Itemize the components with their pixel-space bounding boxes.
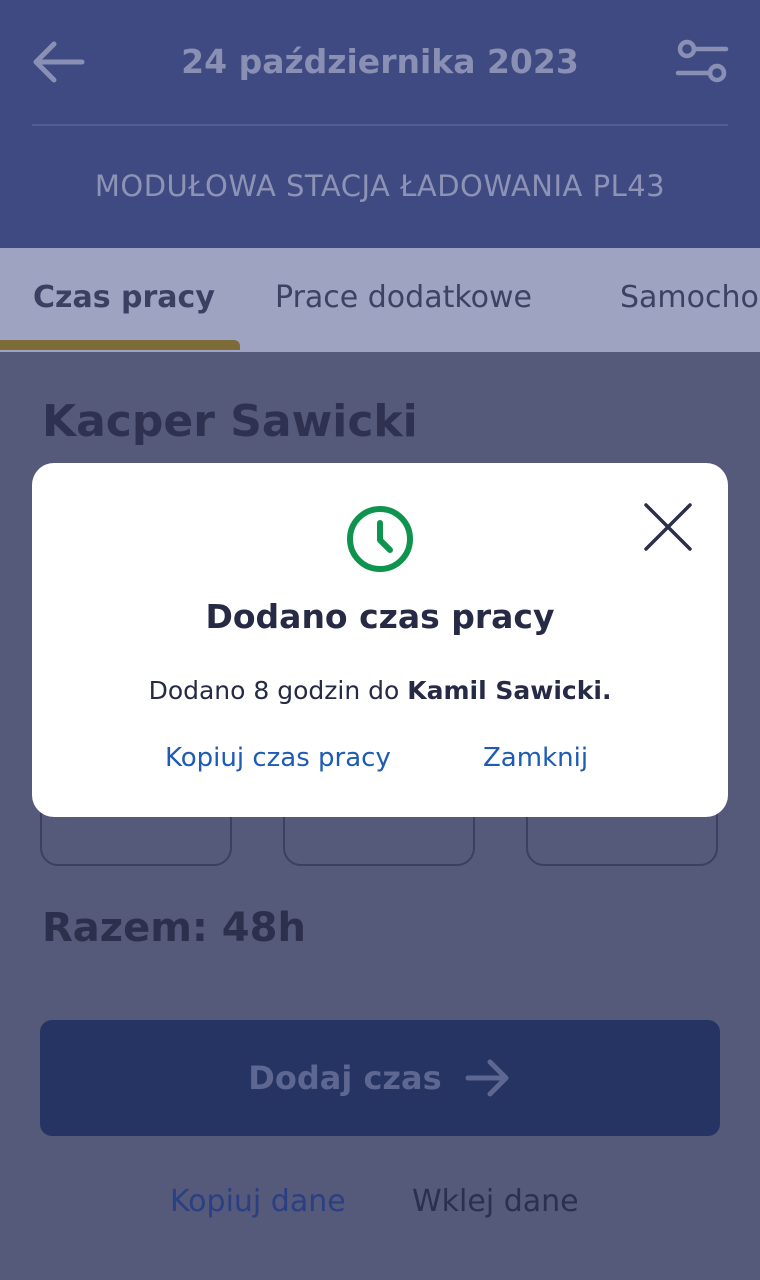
- paste-data-link[interactable]: Wklej dane: [412, 1180, 579, 1224]
- close-icon: [644, 503, 692, 551]
- copy-data-link[interactable]: Kopiuj dane: [170, 1180, 346, 1224]
- back-button[interactable]: [28, 36, 88, 88]
- sliders-icon: [675, 39, 729, 83]
- tab-additional-work[interactable]: Prace dodatkowe: [275, 276, 532, 320]
- active-tab-indicator: [0, 340, 240, 350]
- dialog-message: Dodano 8 godzin do Kamil Sawicki.: [32, 671, 728, 711]
- station-name: MODUŁOWA STACJA ŁADOWANIA PL43: [94, 169, 666, 203]
- success-dialog: Dodano czas pracy Dodano 8 godzin do Kam…: [32, 463, 728, 817]
- dialog-message-text: Dodano 8 godzin do: [148, 676, 408, 705]
- app-header: 24 października 2023 MODUŁOWA STACJA ŁAD…: [0, 0, 760, 248]
- arrow-left-icon: [33, 41, 85, 83]
- filter-button[interactable]: [668, 34, 736, 90]
- add-time-label: Dodaj czas: [248, 1059, 442, 1097]
- copy-work-time-button[interactable]: Kopiuj czas pracy: [165, 738, 391, 778]
- header-divider: [32, 124, 728, 126]
- page-title: 24 października 2023: [181, 42, 579, 81]
- tab-bar: Czas pracy Prace dodatkowe Samocho: [0, 248, 760, 352]
- dialog-worker-name: Kamil Sawicki.: [407, 676, 612, 705]
- tab-work-time[interactable]: Czas pracy: [33, 276, 215, 320]
- add-time-button[interactable]: Dodaj czas: [40, 1020, 720, 1136]
- close-dialog-button[interactable]: Zamknij: [483, 738, 588, 778]
- total-hours: Razem: 48h: [42, 905, 306, 951]
- dialog-title: Dodano czas pracy: [205, 597, 555, 636]
- tab-vehicles[interactable]: Samocho: [620, 276, 759, 320]
- app-screen: 24 października 2023 MODUŁOWA STACJA ŁAD…: [0, 0, 760, 1280]
- worker-name: Kacper Sawicki: [42, 396, 418, 447]
- clock-icon: [347, 506, 413, 572]
- close-button[interactable]: [632, 491, 704, 563]
- arrow-right-icon: [465, 1059, 509, 1097]
